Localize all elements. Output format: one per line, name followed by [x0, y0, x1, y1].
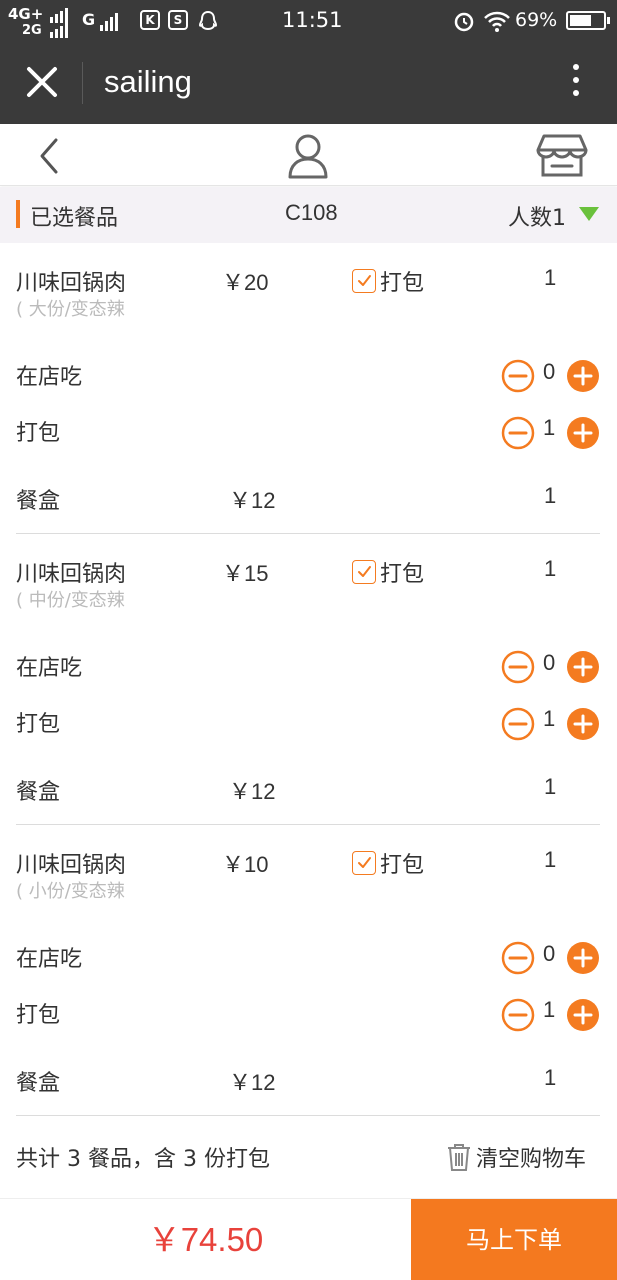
takeaway-label: 打包	[16, 1003, 61, 1028]
dine-in-label: 在店吃	[16, 656, 83, 681]
qq-icon	[198, 10, 218, 31]
dine-in-plus-button[interactable]	[566, 359, 600, 393]
checkout-bar: ￥74.50 马上下单	[0, 1198, 617, 1280]
box-quantity: 1	[544, 774, 557, 799]
network-type-bottom: 2G	[22, 23, 42, 38]
summary-text: 共计 3 餐品，含 3 份打包	[16, 1147, 270, 1172]
battery-icon	[566, 11, 610, 30]
selected-items-label: 已选餐品	[30, 206, 119, 231]
dine-in-count: 0	[543, 941, 556, 966]
takeaway-count: 1	[543, 706, 556, 731]
trash-icon	[448, 1144, 470, 1171]
network-type-top: 4G+	[8, 5, 44, 23]
clock: 11:51	[282, 8, 343, 32]
more-icon[interactable]	[570, 64, 582, 104]
pack-label: 打包	[380, 853, 425, 878]
takeaway-label: 打包	[16, 421, 61, 446]
box-label: 餐盒	[16, 780, 61, 805]
cart-item: 川味回锅肉 ( 小份/变态辣 ￥10 打包 1 在店吃 0 打包 1 餐盒 ￥12 1	[0, 825, 617, 1116]
dine-in-plus-button[interactable]	[566, 650, 600, 684]
signal-icon	[50, 23, 68, 38]
box-price: ￥12	[229, 488, 276, 513]
box-quantity: 1	[544, 483, 557, 508]
dropdown-triangle-icon[interactable]	[578, 206, 600, 222]
item-price: ￥20	[222, 270, 269, 295]
item-quantity: 1	[544, 556, 557, 581]
dine-in-label: 在店吃	[16, 947, 83, 972]
box-label: 餐盒	[16, 1071, 61, 1096]
box-price: ￥12	[229, 779, 276, 804]
item-spec: ( 大份/变态辣	[16, 299, 125, 320]
app-k-icon: K	[140, 10, 160, 30]
back-icon[interactable]	[34, 136, 64, 176]
wifi-icon	[484, 11, 510, 32]
app-s-icon: S	[168, 10, 188, 30]
close-icon[interactable]	[24, 64, 60, 100]
pack-checkbox[interactable]	[352, 269, 376, 293]
dine-in-minus-button[interactable]	[501, 941, 535, 975]
pack-checkbox[interactable]	[352, 851, 376, 875]
takeaway-plus-button[interactable]	[566, 416, 600, 450]
dine-in-label: 在店吃	[16, 365, 83, 390]
item-name: 川味回锅肉	[16, 562, 127, 587]
item-divider	[16, 1115, 600, 1116]
shop-icon[interactable]	[536, 132, 588, 178]
pack-checkbox[interactable]	[352, 560, 376, 584]
page-title: sailing	[104, 64, 192, 99]
pack-label: 打包	[380, 562, 425, 587]
item-price: ￥15	[222, 561, 269, 586]
signal-icon	[100, 13, 118, 31]
status-bar: 4G+ 2G G K S 11:51 69%	[0, 0, 617, 42]
item-spec: ( 中份/变态辣	[16, 590, 125, 611]
takeaway-count: 1	[543, 997, 556, 1022]
dine-in-count: 0	[543, 650, 556, 675]
place-order-button[interactable]: 马上下单	[411, 1199, 617, 1280]
alarm-icon	[454, 12, 474, 32]
takeaway-count: 1	[543, 415, 556, 440]
takeaway-label: 打包	[16, 712, 61, 737]
box-quantity: 1	[544, 1065, 557, 1090]
table-number: C108	[285, 200, 338, 225]
takeaway-minus-button[interactable]	[501, 416, 535, 450]
header-accent-bar	[16, 200, 20, 228]
cart-item: 川味回锅肉 ( 大份/变态辣 ￥20 打包 1 在店吃 0 打包 1 餐盒 ￥12 1	[0, 243, 617, 534]
item-quantity: 1	[544, 265, 557, 290]
battery-fill	[570, 15, 591, 26]
people-count[interactable]: 人数1	[508, 200, 566, 232]
item-name: 川味回锅肉	[16, 853, 127, 878]
webview-title-bar: sailing	[0, 42, 617, 124]
dine-in-minus-button[interactable]	[501, 359, 535, 393]
network-type-second: G	[82, 10, 96, 29]
box-label: 餐盒	[16, 489, 61, 514]
signal-icon	[50, 8, 68, 23]
box-price: ￥12	[229, 1070, 276, 1095]
check-icon	[358, 566, 371, 577]
dine-in-plus-button[interactable]	[566, 941, 600, 975]
dine-in-count: 0	[543, 359, 556, 384]
selected-items-header: 已选餐品 C108 人数1	[0, 187, 617, 243]
takeaway-plus-button[interactable]	[566, 998, 600, 1032]
item-name: 川味回锅肉	[16, 271, 127, 296]
battery-percent: 69%	[515, 9, 558, 31]
cart-item: 川味回锅肉 ( 中份/变态辣 ￥15 打包 1 在店吃 0 打包 1 餐盒 ￥12 1	[0, 534, 617, 825]
takeaway-minus-button[interactable]	[501, 998, 535, 1032]
nav-bar	[0, 124, 617, 186]
title-divider	[82, 62, 83, 104]
item-price: ￥10	[222, 852, 269, 877]
total-price: ￥74.50	[147, 1221, 264, 1258]
dine-in-minus-button[interactable]	[501, 650, 535, 684]
check-icon	[358, 857, 371, 868]
clear-cart-button[interactable]: 清空购物车	[446, 1141, 586, 1173]
takeaway-plus-button[interactable]	[566, 707, 600, 741]
user-icon[interactable]	[284, 130, 332, 180]
check-icon	[358, 275, 371, 286]
cart-summary: 共计 3 餐品，含 3 份打包 清空购物车	[0, 1117, 617, 1195]
takeaway-minus-button[interactable]	[501, 707, 535, 741]
pack-label: 打包	[380, 271, 425, 296]
clear-cart-label: 清空购物车	[476, 1147, 587, 1172]
item-quantity: 1	[544, 847, 557, 872]
item-spec: ( 小份/变态辣	[16, 881, 125, 902]
